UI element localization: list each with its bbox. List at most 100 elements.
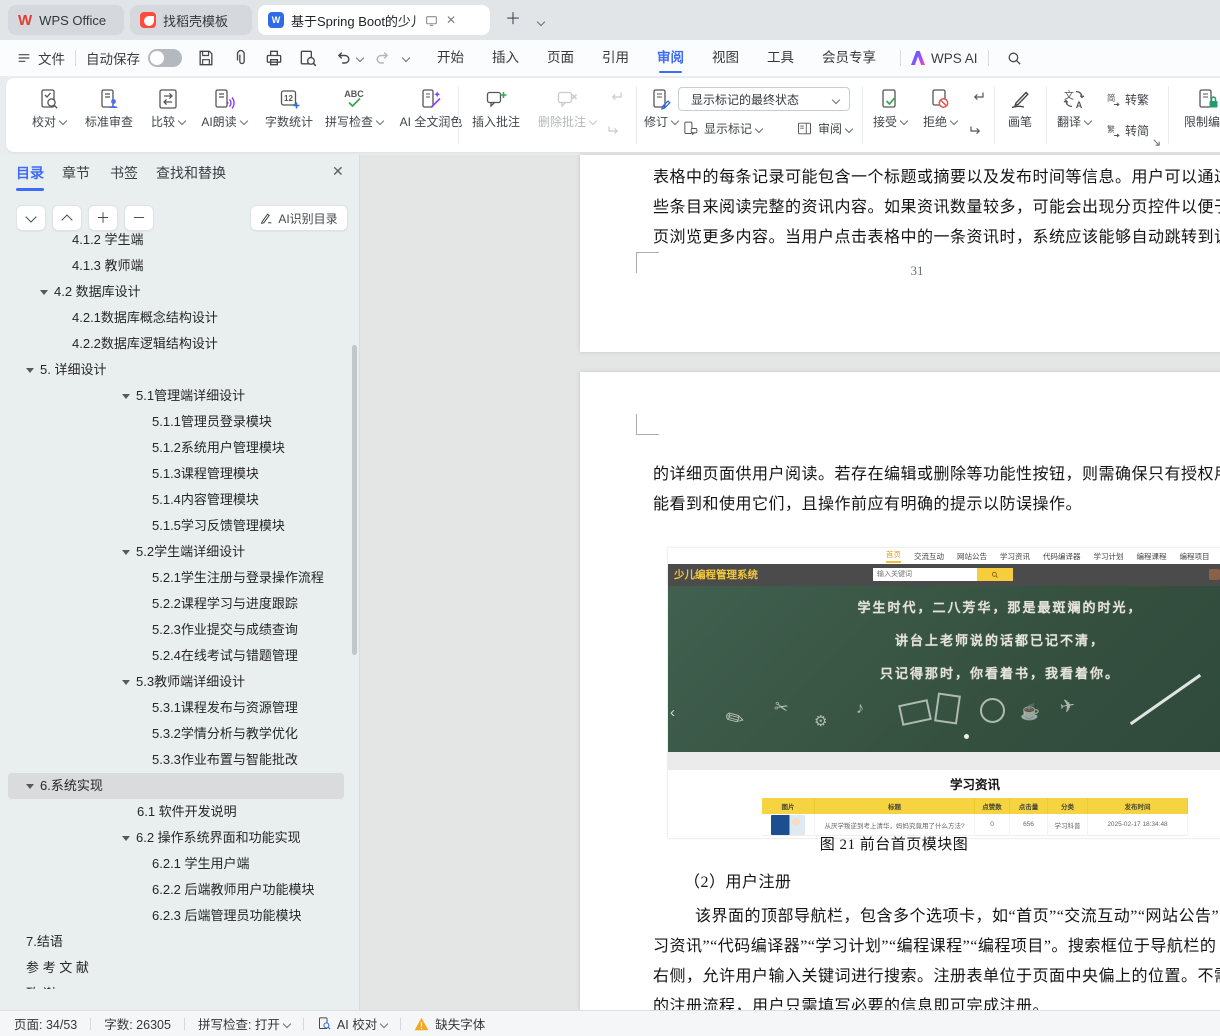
word-count-indicator[interactable]: 字数: 26305 <box>104 1014 171 1033</box>
next-comment-icon[interactable] <box>606 122 624 140</box>
tab-member[interactable]: 会员专享 <box>808 41 890 75</box>
toc-item[interactable]: 5.1.2系统用户管理模块 <box>0 435 352 461</box>
track-changes-button[interactable]: 修订 <box>644 87 678 130</box>
toc-item[interactable]: 5.3.3作业布置与智能批改 <box>0 747 352 773</box>
save-icon[interactable] <box>196 48 216 68</box>
site-nav-projects[interactable]: 编程项目 <box>1180 551 1210 562</box>
export-icon[interactable] <box>230 48 250 68</box>
toc-expand-arrow-icon[interactable] <box>122 394 130 399</box>
autosave-toggle[interactable] <box>148 49 182 67</box>
sidebar-tab-contents[interactable]: 目录 <box>16 163 44 183</box>
close-sidebar-icon[interactable]: ✕ <box>332 163 344 180</box>
sidebar-tab-bookmarks[interactable]: 书签 <box>110 163 138 183</box>
toc-item[interactable]: 5.3.2学情分析与教学优化 <box>0 721 352 747</box>
undo-button[interactable] <box>333 48 363 68</box>
toc-expand-arrow-icon[interactable] <box>122 550 130 555</box>
toc-expand-arrow-icon[interactable] <box>122 836 130 841</box>
toc-item[interactable]: 5.1.1管理员登录模块 <box>0 409 352 435</box>
tab-document[interactable]: W 基于Spring Boot的少儿编程管 ✕ <box>258 5 490 35</box>
sidebar-scrollbar[interactable] <box>352 345 357 655</box>
toc-item[interactable]: 致 谢 <box>0 981 352 989</box>
toc-item[interactable]: 5.2.4在线考试与错题管理 <box>0 643 352 669</box>
previous-change-icon[interactable] <box>968 88 986 106</box>
new-tab-button[interactable]: ＋ <box>505 10 521 30</box>
show-markup-button[interactable]: 显示标记 <box>682 120 762 137</box>
toc-item[interactable]: 5.3教师端详细设计 <box>0 669 352 695</box>
ai-read-button[interactable]: AI朗读 <box>194 87 254 130</box>
toc-item[interactable]: 6.2.1 学生用户端 <box>0 851 352 877</box>
toc-item[interactable]: 5.1.4内容管理模块 <box>0 487 352 513</box>
close-tab-icon[interactable]: ✕ <box>446 13 456 27</box>
file-menu[interactable]: 文件 <box>16 48 65 68</box>
ai-polish-button[interactable]: AI 全文润色 <box>388 87 474 130</box>
print-icon[interactable] <box>264 48 284 68</box>
screen-mode-icon[interactable] <box>425 14 438 27</box>
toc-item[interactable]: 4.2 数据库设计 <box>0 279 352 305</box>
hero-blackboard[interactable]: 学生时代，二八芳华，那是最斑斓的时光， 讲台上老师说的话都已记不清， 只记得那时… <box>668 586 1220 752</box>
tab-page[interactable]: 页面 <box>533 41 588 75</box>
to-traditional-button[interactable]: 简 转繁 <box>1104 91 1149 108</box>
print-preview-icon[interactable] <box>298 48 318 68</box>
toc-item[interactable]: 4.2.2数据库逻辑结构设计 <box>0 331 352 357</box>
more-actions-dropdown-icon[interactable] <box>402 54 410 62</box>
carousel-dot-indicator[interactable] <box>964 734 969 739</box>
group-expand-icon[interactable] <box>1152 138 1161 147</box>
toc-item[interactable]: 5.2学生端详细设计 <box>0 539 352 565</box>
site-avatar[interactable] <box>1209 569 1220 580</box>
brush-button[interactable]: 画笔 <box>1000 87 1040 130</box>
toc-item[interactable]: 5.3.1课程发布与资源管理 <box>0 695 352 721</box>
toc-expand-arrow-icon[interactable] <box>40 290 48 295</box>
toc-item[interactable]: 6.1 软件开发说明 <box>0 799 352 825</box>
site-nav-forum[interactable]: 交流互动 <box>914 551 944 562</box>
translate-button[interactable]: 文A 翻译 <box>1050 87 1098 130</box>
toc-item[interactable]: 6.2.3 后端管理员功能模块 <box>0 903 352 929</box>
delete-comment-button[interactable]: 删除批注 <box>532 87 602 130</box>
redo-button[interactable] <box>373 48 393 68</box>
markup-state-select[interactable]: 显示标记的最终状态 <box>678 87 850 111</box>
proofread-button[interactable]: 校对 <box>26 87 72 130</box>
sidebar-tab-chapters[interactable]: 章节 <box>62 163 90 183</box>
reject-button[interactable]: 拒绝 <box>918 87 962 130</box>
word-count-button[interactable]: 12 字数统计 <box>258 87 320 130</box>
toc-expand-arrow-icon[interactable] <box>26 784 34 789</box>
page-indicator[interactable]: 页面: 34/53 <box>14 1014 77 1033</box>
tab-docer[interactable]: 找稻壳模板 <box>130 5 252 35</box>
toc-expand-arrow-icon[interactable] <box>26 368 34 373</box>
insert-comment-button[interactable]: 插入批注 <box>466 87 526 130</box>
carousel-prev-icon[interactable]: ‹ <box>670 704 675 721</box>
ai-proof-button[interactable]: AI 校对 <box>337 1014 387 1033</box>
spellcheck-status[interactable]: 拼写检查: 打开 <box>198 1014 290 1033</box>
tab-home[interactable]: 开始 <box>423 41 478 75</box>
search-icon[interactable] <box>1006 50 1023 67</box>
toc-item[interactable]: 6.系统实现 <box>8 773 344 799</box>
toc-item[interactable]: 4.1.2 学生端 <box>0 227 352 253</box>
accept-button[interactable]: 接受 <box>868 87 912 130</box>
site-search-button[interactable] <box>977 568 1013 581</box>
toc-item[interactable]: 4.2.1数据库概念结构设计 <box>0 305 352 331</box>
spell-check-button[interactable]: ABC 拼写检查 <box>322 87 386 130</box>
site-nav-announcement[interactable]: 网站公告 <box>957 551 987 562</box>
previous-comment-icon[interactable] <box>606 88 624 106</box>
review-pane-button[interactable]: 审阅 <box>796 120 852 137</box>
toc-item[interactable]: 5.2.3作业提交与成绩查询 <box>0 617 352 643</box>
missing-font-warning[interactable]: 缺失字体 <box>435 1014 485 1033</box>
toc-item[interactable]: 7.结语 <box>0 929 352 955</box>
site-nav-home[interactable]: 首页 <box>886 549 901 563</box>
tab-reference[interactable]: 引用 <box>588 41 643 75</box>
tab-review[interactable]: 审阅 <box>643 41 698 75</box>
document-page-1[interactable]: 表格中的每条记录可能包含一个标题或摘要以及发布时间等信息。用户可以通过点击这 些… <box>580 155 1220 352</box>
toc-item[interactable]: 4.1.3 教师端 <box>0 253 352 279</box>
site-nav-news[interactable]: 学习资讯 <box>1000 551 1030 562</box>
toc-item[interactable]: 5.1.3课程管理模块 <box>0 461 352 487</box>
toc-item[interactable]: 参 考 文 献 <box>0 955 352 981</box>
toc-item[interactable]: 6.2 操作系统界面和功能实现 <box>0 825 352 851</box>
toc-expand-arrow-icon[interactable] <box>122 680 130 685</box>
toc-item[interactable]: 5.2.1学生注册与登录操作流程 <box>0 565 352 591</box>
tab-list-dropdown-icon[interactable] <box>534 13 544 33</box>
wps-ai-button[interactable]: WPS AI <box>911 51 978 66</box>
sidebar-tab-find-replace[interactable]: 查找和替换 <box>156 163 226 183</box>
toc-item[interactable]: 6.2.2 后端教师用户功能模块 <box>0 877 352 903</box>
tab-tools[interactable]: 工具 <box>753 41 808 75</box>
restrict-edit-button[interactable]: 限制编辑 <box>1176 87 1220 130</box>
tab-insert[interactable]: 插入 <box>478 41 533 75</box>
